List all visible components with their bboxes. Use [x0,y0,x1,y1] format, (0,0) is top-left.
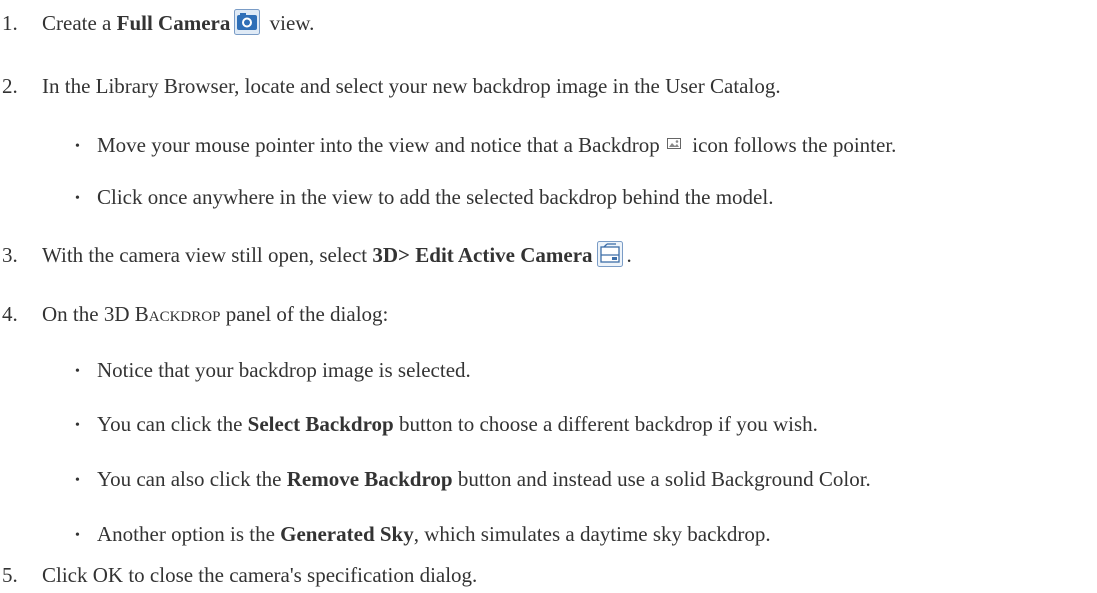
bullet-text-end: , which simulates a daytime sky backdrop… [413,522,771,546]
step-text: Create a [42,11,117,35]
bullet: • [75,364,80,379]
step-number: 1. [2,11,18,35]
step-text: In the Library Browser, locate and selec… [42,74,781,98]
bullet: • [75,473,80,488]
bullet-text: Move your mouse pointer into the view an… [97,133,666,157]
step-number: 2. [2,74,18,98]
bullet-text-end: button to choose a different backdrop if… [393,412,818,436]
step-number: 4. [2,302,18,326]
bullet-text: Notice that your backdrop image is selec… [97,358,471,382]
step-4-bullet-3: • You can also click the Remove Backdrop … [0,467,871,493]
step-4-bullet-1: • Notice that your backdrop image is sele… [0,358,471,384]
bullet-text: You can click the [97,412,248,436]
bullet-bold-text: Generated Sky [280,522,414,546]
step-4: 4. On the 3D BACKDROP panel of the dialog… [0,302,388,329]
bullet-text-end: icon follows the pointer. [687,133,897,157]
step-text-end: . [626,243,632,267]
step-text-end: view. [264,11,315,35]
step-5: 5. Click OK to close the camera's specifi… [0,563,477,587]
bullet-text: You can also click the [97,467,287,491]
bullet: • [75,139,80,154]
step-2-bullet-1: • Move your mouse pointer into the view a… [0,130,896,159]
step-2: 2. In the Library Browser, locate and sel… [0,74,781,98]
bullet-text: Click once anywhere in the view to add t… [97,185,774,209]
bullet: • [75,528,80,543]
edit-active-camera-icon [596,241,623,272]
bullet-bold-text: Select Backdrop [247,412,394,436]
bullet: • [75,418,80,433]
step-text-end: panel of the dialog: [220,302,389,326]
step-4-bullet-2: • You can click the Select Backdrop butto… [0,412,818,438]
step-number: 5. [2,563,18,587]
step-number: 3. [2,243,18,267]
backdrop-icon [667,130,682,154]
step-2-bullet-2: • Click once anywhere in the view to add … [0,185,773,211]
step-bold-text: Full Camera [116,11,231,35]
step-3: 3. With the camera view still open, selec… [0,241,632,272]
step-text: On the 3D B [42,302,149,326]
bullet-bold-text: Remove Backdrop [286,467,453,491]
step-4-bullet-4: • Another option is the Generated Sky, wh… [0,522,771,548]
bullet-text-end: button and instead use a solid Backgroun… [452,467,871,491]
step-text: Click OK to close the camera's specifica… [42,563,478,587]
step-bold-text: 3D> Edit Active Camera [372,243,593,267]
bullet: • [75,191,80,206]
step-1: 1. Create a Full Camera view. [0,9,314,40]
full-camera-icon [234,9,261,40]
step-smallcaps-text: ACKDROP [148,309,221,325]
step-text: With the camera view still open, select [42,243,373,267]
bullet-text: Another option is the [97,522,281,546]
